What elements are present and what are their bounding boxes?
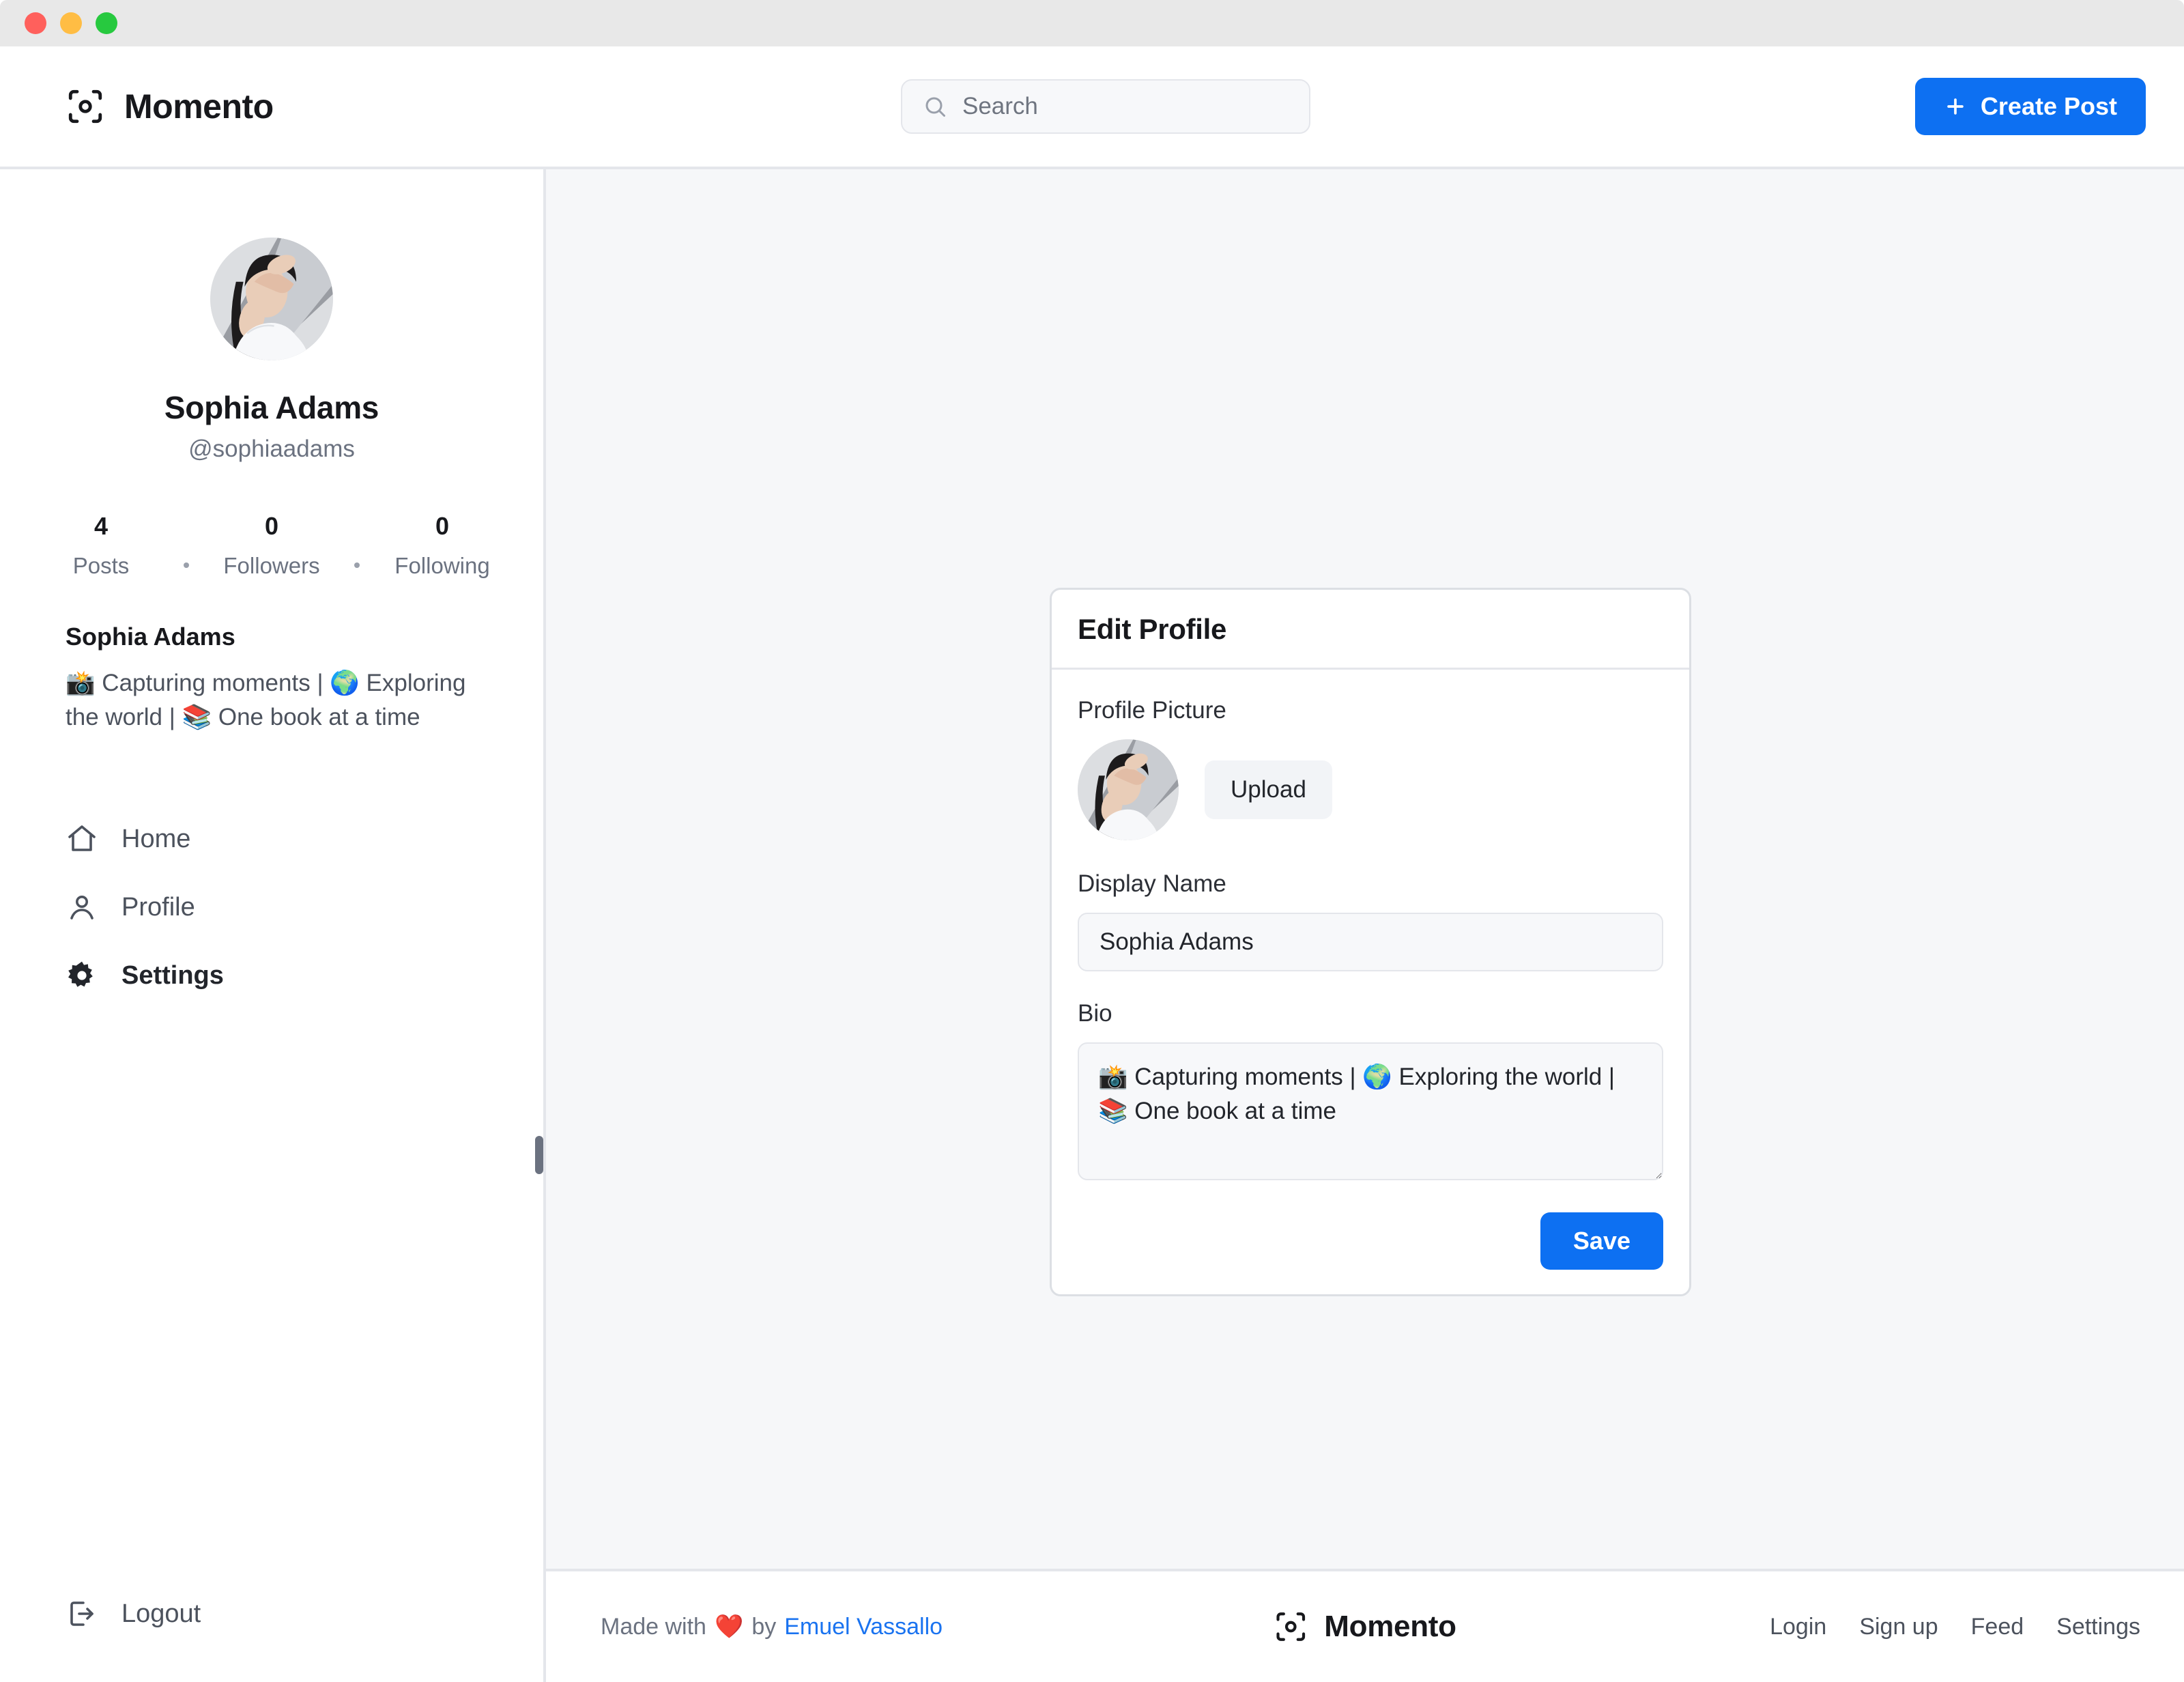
gear-icon bbox=[66, 959, 98, 992]
edit-profile-card: Edit Profile Profile Picture bbox=[1050, 588, 1691, 1296]
display-name-field-group: Display Name bbox=[1078, 870, 1663, 971]
avatar bbox=[210, 238, 333, 360]
sidebar-item-label: Home bbox=[121, 825, 190, 854]
app-footer: Made with ❤️ by Emuel Vassallo Momento bbox=[546, 1569, 2184, 1682]
display-name-label: Display Name bbox=[1078, 870, 1663, 898]
brand-name: Momento bbox=[124, 87, 274, 126]
bio-block: Sophia Adams 📸 Capturing moments | 🌍 Exp… bbox=[66, 623, 478, 734]
bio-name: Sophia Adams bbox=[66, 623, 478, 651]
maximize-window-button[interactable] bbox=[96, 12, 117, 34]
bio-textarea[interactable]: 📸 Capturing moments | 🌍 Exploring the wo… bbox=[1078, 1042, 1663, 1180]
search-icon bbox=[923, 94, 947, 119]
search-input[interactable] bbox=[962, 93, 1289, 120]
bio-field-group: Bio 📸 Capturing moments | 🌍 Exploring th… bbox=[1078, 1000, 1663, 1184]
scan-focus-icon bbox=[1274, 1610, 1308, 1644]
bio-text: 📸 Capturing moments | 🌍 Exploring the wo… bbox=[66, 666, 478, 734]
footer-link-signup[interactable]: Sign up bbox=[1859, 1614, 1938, 1640]
scan-focus-icon bbox=[66, 87, 105, 126]
stat-value: 0 bbox=[220, 512, 323, 541]
made-with-mid: by bbox=[751, 1614, 776, 1640]
stat-label: Followers bbox=[220, 553, 323, 579]
bio-label: Bio bbox=[1078, 1000, 1663, 1027]
avatar bbox=[1078, 739, 1179, 840]
avatar-image bbox=[1078, 739, 1179, 840]
logout-icon bbox=[66, 1597, 98, 1630]
window-titlebar bbox=[0, 0, 2184, 46]
save-button[interactable]: Save bbox=[1540, 1212, 1663, 1270]
profile-stats: 4 Posts 0 Followers 0 Following bbox=[66, 512, 478, 579]
stat-value: 4 bbox=[50, 512, 152, 541]
sidebar-item-label: Profile bbox=[121, 893, 195, 922]
footer-link-login[interactable]: Login bbox=[1770, 1614, 1826, 1640]
app-body: Sophia Adams @sophiaadams 4 Posts 0 Foll… bbox=[0, 169, 2184, 1682]
stat-label: Posts bbox=[50, 553, 152, 579]
sidebar-item-profile[interactable]: Profile bbox=[66, 873, 478, 941]
minimize-window-button[interactable] bbox=[60, 12, 82, 34]
stat-separator bbox=[184, 562, 189, 568]
app-header: Momento Create Post bbox=[0, 46, 2184, 169]
logout-button[interactable]: Logout bbox=[66, 1597, 478, 1630]
brand[interactable]: Momento bbox=[66, 87, 274, 126]
card-header: Edit Profile bbox=[1052, 590, 1689, 670]
display-name-input[interactable] bbox=[1078, 913, 1663, 971]
footer-links: Login Sign up Feed Settings bbox=[1770, 1614, 2140, 1640]
search-box[interactable] bbox=[901, 79, 1310, 134]
sidebar-item-home[interactable]: Home bbox=[66, 805, 478, 873]
create-post-label: Create Post bbox=[1981, 92, 2117, 121]
search-container bbox=[901, 79, 1310, 134]
sidebar-item-label: Settings bbox=[121, 961, 224, 990]
profile-picture-label: Profile Picture bbox=[1078, 697, 1663, 724]
made-with-prefix: Made with bbox=[601, 1614, 706, 1640]
profile-name: Sophia Adams bbox=[66, 389, 478, 426]
card-body: Profile Picture bbox=[1052, 670, 1689, 1294]
author-link[interactable]: Emuel Vassallo bbox=[784, 1614, 943, 1640]
plus-icon bbox=[1944, 95, 1967, 118]
sidebar-scrollbar-thumb[interactable] bbox=[535, 1136, 543, 1174]
stat-separator bbox=[354, 562, 360, 568]
stat-followers[interactable]: 0 Followers bbox=[220, 512, 323, 579]
page-title: Edit Profile bbox=[1078, 613, 1663, 646]
footer-link-settings[interactable]: Settings bbox=[2056, 1614, 2140, 1640]
main-column: Edit Profile Profile Picture bbox=[546, 169, 2184, 1682]
create-post-button[interactable]: Create Post bbox=[1915, 78, 2146, 135]
stat-posts[interactable]: 4 Posts bbox=[50, 512, 152, 579]
sidebar-nav: Home Profile Settings bbox=[66, 805, 478, 1010]
app-window: Momento Create Post bbox=[0, 0, 2184, 1682]
footer-credit: Made with ❤️ by Emuel Vassallo bbox=[601, 1613, 943, 1640]
profile-handle: @sophiaadams bbox=[66, 436, 478, 463]
stat-following[interactable]: 0 Following bbox=[391, 512, 493, 579]
footer-brand-name: Momento bbox=[1324, 1610, 1456, 1644]
upload-button[interactable]: Upload bbox=[1205, 760, 1332, 819]
footer-link-feed[interactable]: Feed bbox=[1971, 1614, 2024, 1640]
stat-value: 0 bbox=[391, 512, 493, 541]
heart-icon: ❤️ bbox=[715, 1613, 743, 1640]
logout-label: Logout bbox=[121, 1599, 201, 1629]
main-content: Edit Profile Profile Picture bbox=[546, 169, 2184, 1569]
avatar-image bbox=[210, 238, 333, 360]
home-icon bbox=[66, 823, 98, 855]
profile-picture-row: Upload bbox=[1078, 739, 1663, 840]
card-actions: Save bbox=[1078, 1212, 1663, 1270]
sidebar: Sophia Adams @sophiaadams 4 Posts 0 Foll… bbox=[0, 169, 546, 1682]
sidebar-item-settings[interactable]: Settings bbox=[66, 941, 478, 1010]
footer-brand-block[interactable]: Momento bbox=[1274, 1610, 1456, 1644]
stat-label: Following bbox=[391, 553, 493, 579]
close-window-button[interactable] bbox=[25, 12, 46, 34]
user-icon bbox=[66, 891, 98, 924]
